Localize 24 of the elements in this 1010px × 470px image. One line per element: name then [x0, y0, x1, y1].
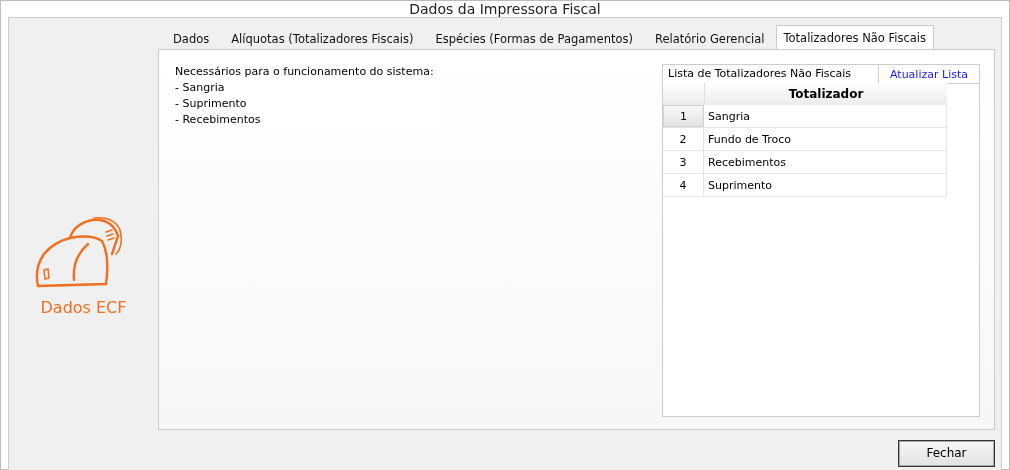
table-cell: Fundo de Troco: [704, 128, 947, 150]
tab[interactable]: Relatório Gerencial: [643, 29, 776, 49]
column-header[interactable]: Totalizador: [705, 83, 947, 105]
note-line: - Recebimentos: [175, 112, 261, 128]
note-line: - Suprimento: [175, 96, 247, 112]
note-line: - Sangria: [175, 80, 225, 96]
row-header[interactable]: 4: [663, 174, 704, 196]
row-header[interactable]: 3: [663, 151, 704, 173]
row-header[interactable]: 1: [663, 105, 704, 127]
table-cell: Suprimento: [704, 174, 947, 196]
tab[interactable]: Alíquotas (Totalizadores Fiscais): [220, 29, 425, 49]
tab[interactable]: Espécies (Formas de Pagamentos): [424, 29, 644, 49]
close-button[interactable]: Fechar: [898, 439, 995, 467]
row-header[interactable]: 2: [663, 128, 704, 150]
header-corner: [663, 83, 705, 105]
tab[interactable]: Dados: [162, 29, 221, 49]
note-line: Necessários para o funcionamento do sistema:: [175, 64, 434, 80]
refresh-button[interactable]: Atualizar Lista: [878, 65, 979, 84]
table-cell: Recebimentos: [704, 151, 947, 173]
tab[interactable]: Totalizadores Não Fiscais: [775, 25, 935, 49]
table-cell: Sangria: [704, 105, 947, 127]
sidebar-label: Dados ECF: [40, 297, 127, 317]
list-title: Lista de Totalizadores Não Fiscais: [667, 66, 853, 82]
window-title: Dados da Impressora Fiscal: [409, 1, 601, 17]
